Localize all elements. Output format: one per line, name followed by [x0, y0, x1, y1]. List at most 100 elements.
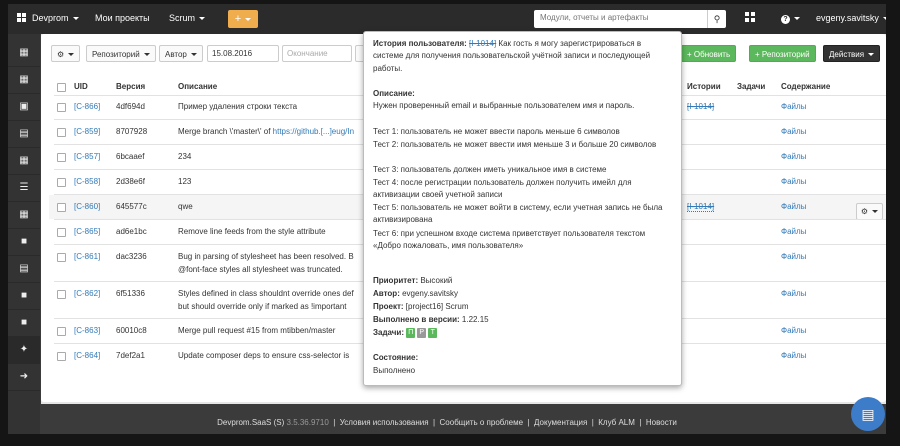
row-files-link[interactable]: Файлы: [781, 152, 806, 161]
sidebar-item-comments[interactable]: ■: [8, 229, 40, 256]
row-checkbox[interactable]: [57, 253, 66, 262]
row-version: 60010c8: [116, 326, 147, 335]
row-checkbox[interactable]: [57, 178, 66, 187]
top-navbar: Devprom Мои проекты Scrum + ⚲ ? evgeny.s…: [8, 4, 886, 34]
column-header-tasks[interactable]: Задачи: [737, 82, 765, 91]
row-uid-link[interactable]: [C-858]: [74, 177, 100, 186]
footer-link-club[interactable]: Клуб ALM: [598, 418, 635, 427]
task-badge[interactable]: Р: [417, 327, 427, 338]
brand-menu[interactable]: Devprom: [32, 13, 79, 23]
comment-icon: ■: [20, 236, 28, 247]
column-header-description[interactable]: Описание: [178, 82, 217, 91]
row-uid-link[interactable]: [C-857]: [74, 152, 100, 161]
sidebar-item-documents[interactable]: ▤: [8, 121, 40, 148]
task-badge[interactable]: Т: [428, 327, 438, 338]
row-files-link[interactable]: Файлы: [781, 326, 806, 335]
help-menu[interactable]: ?: [781, 13, 800, 24]
author-filter[interactable]: Автор: [159, 45, 203, 62]
search-icon[interactable]: ⚲: [707, 10, 726, 28]
row-actions-button[interactable]: ⚙: [856, 203, 883, 220]
actions-button[interactable]: Действия: [823, 45, 881, 62]
row-files-link[interactable]: Файлы: [781, 127, 806, 136]
row-version: ad6e1bc: [116, 227, 147, 236]
sidebar-item-files[interactable]: ▤: [8, 256, 40, 283]
row-uid-link[interactable]: [C-864]: [74, 351, 100, 360]
task-badge[interactable]: П: [406, 327, 416, 338]
column-header-version[interactable]: Версия: [116, 82, 145, 91]
chevron-down-icon: [199, 17, 206, 21]
date-from-input[interactable]: 15.08.2016: [207, 45, 279, 62]
column-header-content[interactable]: Содержание: [781, 82, 830, 91]
project-menu[interactable]: Scrum: [169, 13, 206, 23]
row-story-link[interactable]: [I-1014]: [687, 202, 715, 212]
chevron-down-icon: [190, 53, 197, 57]
grid-menu-icon[interactable]: [17, 13, 26, 24]
sidebar-item-lists[interactable]: ☰: [8, 175, 40, 202]
row-files-link[interactable]: Файлы: [781, 202, 806, 211]
sidebar-item-dashboard[interactable]: ▦: [8, 40, 40, 67]
row-uid-link[interactable]: [C-863]: [74, 326, 100, 335]
user-menu[interactable]: evgeny.savitsky: [816, 13, 886, 23]
select-all-checkbox[interactable]: [57, 83, 66, 92]
row-checkbox[interactable]: [57, 203, 66, 212]
row-checkbox[interactable]: [57, 128, 66, 137]
row-uid-link[interactable]: [C-860]: [74, 202, 100, 211]
footer: Devprom.SaaS (S) 3.5.36.9710 | Условия и…: [217, 418, 677, 427]
row-files-link[interactable]: Файлы: [781, 351, 806, 360]
footer-brand: Devprom.SaaS (S): [217, 418, 285, 427]
add-repository-button[interactable]: + Репозиторий: [749, 45, 816, 62]
row-checkbox[interactable]: [57, 228, 66, 237]
refresh-button[interactable]: + Обновить: [681, 45, 737, 62]
footer-link-docs[interactable]: Документация: [534, 418, 587, 427]
my-projects-link[interactable]: Мои проекты: [95, 13, 150, 23]
row-uid-link[interactable]: [C-859]: [74, 127, 100, 136]
row-uid-link[interactable]: [C-862]: [74, 289, 100, 298]
date-to-input[interactable]: Окончание: [282, 45, 352, 62]
row-checkbox[interactable]: [57, 352, 66, 361]
repository-filter[interactable]: Репозиторий: [86, 45, 156, 62]
popup-description-label: Описание:: [373, 89, 415, 98]
footer-link-terms[interactable]: Условия использования: [340, 418, 429, 427]
row-checkbox[interactable]: [57, 290, 66, 299]
row-files-link[interactable]: Файлы: [781, 227, 806, 236]
row-files-link[interactable]: Файлы: [781, 102, 806, 111]
notifications-icon[interactable]: [745, 12, 755, 24]
popup-project-value: [project16] Scrum: [405, 302, 469, 311]
sidebar-item-images[interactable]: ▣: [8, 94, 40, 121]
footer-link-report[interactable]: Сообщить о проблеме: [440, 418, 524, 427]
row-description-link[interactable]: https://github.[...]eug/In: [273, 127, 354, 136]
gear-icon: ⚙: [57, 50, 65, 59]
sidebar-item-settings[interactable]: ✦: [8, 337, 40, 364]
chat-button[interactable]: ▤: [851, 397, 885, 431]
row-uid-link[interactable]: [C-865]: [74, 227, 100, 236]
row-uid-link[interactable]: [C-866]: [74, 102, 100, 111]
row-files-link[interactable]: Файлы: [781, 289, 806, 298]
search-input[interactable]: [540, 13, 700, 22]
row-checkbox[interactable]: [57, 103, 66, 112]
sidebar-item-modules[interactable]: ▦: [8, 148, 40, 175]
row-story-link[interactable]: [I-1014]: [687, 102, 714, 111]
chevron-down-icon: [868, 53, 875, 57]
quick-add-button[interactable]: +: [228, 10, 258, 28]
popup-test-3: Тест 3: пользователь должен иметь уникал…: [373, 165, 607, 174]
row-uid-link[interactable]: [C-861]: [74, 252, 100, 261]
popup-story-link[interactable]: [I-1014]: [469, 39, 496, 48]
sidebar-item-folders[interactable]: ■: [8, 283, 40, 310]
row-checkbox[interactable]: [57, 153, 66, 162]
sidebar-item-exit[interactable]: ➜: [8, 364, 40, 391]
column-header-uid[interactable]: UID: [74, 82, 88, 91]
row-files-link[interactable]: Файлы: [781, 252, 806, 261]
row-files-link[interactable]: Файлы: [781, 177, 806, 186]
row-checkbox[interactable]: [57, 327, 66, 336]
column-header-stories[interactable]: Истории: [687, 82, 721, 91]
row-version: 4df694d: [116, 102, 145, 111]
sidebar-item-boards[interactable]: ▦: [8, 67, 40, 94]
row-description-text: Merge branch \'master\' of: [178, 127, 273, 136]
footer-link-news[interactable]: Новости: [646, 418, 677, 427]
plus-icon: +: [687, 50, 694, 59]
settings-button[interactable]: ⚙: [51, 45, 81, 62]
popup-test-2: Тест 2: пользователь не может ввести имя…: [373, 140, 657, 149]
add-repository-label: Репозиторий: [761, 50, 810, 59]
sidebar-item-archive[interactable]: ■: [8, 310, 40, 337]
sidebar-item-grid[interactable]: ▦: [8, 202, 40, 229]
